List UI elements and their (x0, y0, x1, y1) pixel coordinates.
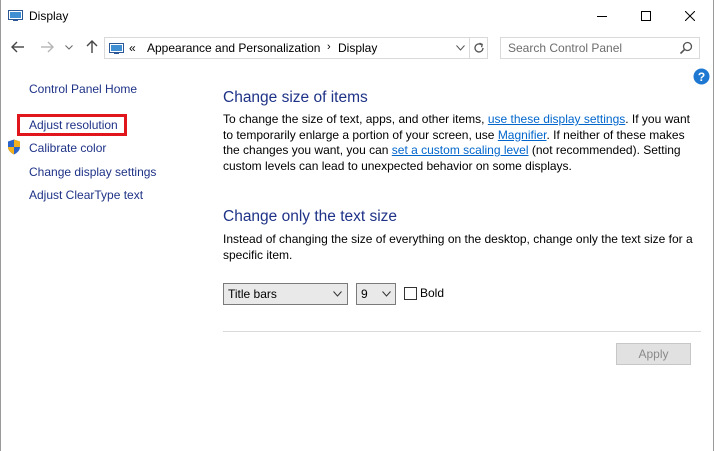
back-button[interactable] (10, 39, 26, 55)
search-box[interactable] (500, 37, 700, 59)
calibrate-color-link[interactable]: Calibrate color (29, 141, 106, 155)
adjust-resolution-link[interactable]: Adjust resolution (29, 118, 118, 132)
recent-locations-button[interactable] (64, 39, 74, 55)
apply-button[interactable]: Apply (616, 343, 691, 365)
item-select[interactable]: Title bars (223, 283, 348, 305)
bold-label[interactable]: Bold (420, 286, 444, 300)
breadcrumb-separator[interactable]: › (327, 41, 331, 53)
refresh-icon (474, 42, 484, 53)
up-arrow-icon (86, 40, 98, 53)
change-size-description: To change the size of text, apps, and ot… (223, 112, 703, 174)
address-dropdown-button[interactable] (451, 38, 469, 58)
navigation-bar: « Appearance and Personalization › Displ… (1, 33, 713, 63)
chevron-down-icon (382, 291, 391, 297)
minimize-icon (597, 15, 607, 17)
control-panel-window: Display « Appearance and Personalization… (0, 0, 714, 451)
search-input[interactable] (501, 38, 685, 58)
breadcrumb-appearance[interactable]: Appearance and Personalization (147, 41, 320, 55)
maximize-icon (641, 10, 651, 21)
display-monitor-icon (8, 10, 23, 21)
help-icon[interactable]: ? (693, 68, 710, 85)
change-size-heading: Change size of items (223, 89, 368, 106)
item-select-value: Title bars (228, 287, 277, 301)
divider (223, 331, 701, 332)
adjust-cleartype-link[interactable]: Adjust ClearType text (29, 188, 143, 202)
bold-checkbox[interactable] (404, 287, 417, 300)
hidden-crumbs-button[interactable]: « (129, 41, 136, 55)
chevron-down-icon (65, 44, 73, 50)
forward-arrow-icon (41, 41, 54, 53)
maximize-button[interactable] (623, 0, 669, 31)
magnifier-link[interactable]: Magnifier (498, 128, 547, 142)
title-bar: Display (1, 0, 713, 31)
display-settings-link[interactable]: use these display settings (488, 112, 625, 126)
window-title: Display (29, 9, 69, 23)
search-icon[interactable] (679, 41, 693, 55)
refresh-button[interactable] (469, 38, 488, 58)
minimize-button[interactable] (579, 0, 625, 31)
control-panel-home-link[interactable]: Control Panel Home (29, 82, 137, 96)
up-button[interactable] (84, 39, 100, 55)
control-panel-icon (109, 43, 124, 54)
chevron-down-icon (333, 291, 342, 297)
breadcrumb-display[interactable]: Display (338, 41, 377, 55)
shield-icon (8, 139, 20, 155)
back-arrow-icon (11, 41, 24, 53)
size-select-value: 9 (361, 287, 368, 301)
change-text-size-heading: Change only the text size (223, 208, 398, 225)
change-display-settings-link[interactable]: Change display settings (29, 165, 156, 179)
address-bar[interactable]: « Appearance and Personalization › Displ… (104, 37, 488, 59)
close-icon (685, 10, 695, 21)
change-text-size-description: Instead of changing the size of everythi… (223, 232, 693, 262)
close-button[interactable] (667, 0, 713, 31)
forward-button[interactable] (39, 39, 55, 55)
size-select[interactable]: 9 (356, 283, 396, 305)
custom-scaling-link[interactable]: set a custom scaling level (392, 143, 529, 157)
chevron-down-icon (455, 45, 465, 51)
description-text: To change the size of text, apps, and ot… (223, 112, 488, 126)
svg-text:?: ? (698, 70, 705, 84)
